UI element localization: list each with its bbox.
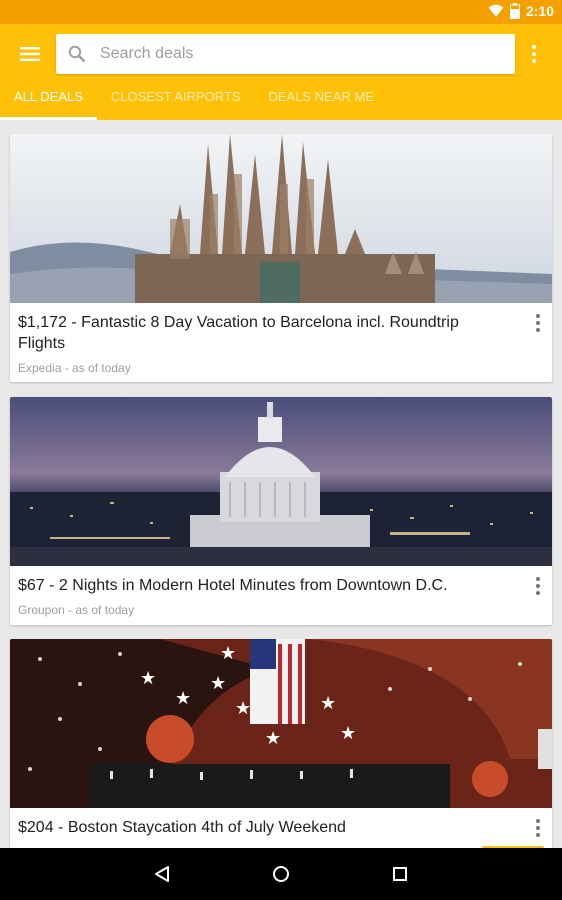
app-bar: ALL DEALS CLOSEST AIRPORTS DEALS NEAR ME bbox=[0, 24, 562, 120]
home-icon bbox=[273, 866, 289, 882]
overflow-dot bbox=[536, 826, 540, 830]
status-time: 2:10 bbox=[525, 3, 554, 19]
overflow-dot bbox=[536, 833, 540, 837]
recents-icon bbox=[393, 867, 407, 881]
overflow-dot bbox=[536, 328, 540, 332]
deal-title[interactable]: $1,172 - Fantastic 8 Day Vacation to Bar… bbox=[18, 312, 508, 354]
deal-card[interactable]: ★ ★ ★ ★ ★ ★ ★ ★ $204 - Boston Staycation 4th … bbox=[10, 639, 552, 848]
wifi-icon bbox=[488, 4, 504, 17]
tab-bar: ALL DEALS CLOSEST AIRPORTS DEALS NEAR ME bbox=[0, 86, 388, 120]
deal-title[interactable]: $67 - 2 Nights in Modern Hotel Minutes f… bbox=[18, 575, 508, 596]
deals-list[interactable]: $1,172 - Fantastic 8 Day Vacation to Bar… bbox=[0, 120, 562, 848]
search-icon bbox=[56, 45, 98, 63]
overflow-dot bbox=[536, 314, 540, 318]
hamburger-menu-icon bbox=[20, 47, 40, 61]
card-overflow-button[interactable] bbox=[534, 314, 542, 332]
svg-text:★: ★ bbox=[235, 698, 251, 719]
status-icons: 2:10 bbox=[488, 3, 554, 19]
svg-text:★: ★ bbox=[340, 723, 356, 744]
tab-deals-near-me[interactable]: DEALS NEAR ME bbox=[254, 86, 387, 120]
svg-text:★: ★ bbox=[320, 693, 336, 714]
deal-card[interactable]: $67 - 2 Nights in Modern Hotel Minutes f… bbox=[10, 397, 552, 625]
svg-text:★: ★ bbox=[140, 668, 156, 689]
home-button[interactable] bbox=[269, 862, 293, 886]
battery-icon bbox=[509, 3, 520, 19]
svg-text:★: ★ bbox=[265, 728, 281, 749]
overflow-dot bbox=[536, 591, 540, 595]
overflow-dot bbox=[536, 819, 540, 823]
navigation-bar bbox=[0, 848, 562, 900]
menu-button[interactable] bbox=[14, 42, 46, 66]
back-button[interactable] bbox=[150, 862, 174, 886]
us-capitol-photo bbox=[10, 397, 552, 566]
overflow-dot bbox=[536, 577, 540, 581]
recents-button[interactable] bbox=[388, 862, 412, 886]
overflow-dot bbox=[536, 584, 540, 588]
deal-source: Expedia - as of today bbox=[18, 361, 131, 375]
card-overflow-button[interactable] bbox=[534, 819, 542, 837]
svg-text:★: ★ bbox=[220, 643, 236, 664]
overflow-menu-button[interactable] bbox=[526, 42, 542, 66]
status-bar: 2:10 bbox=[0, 0, 562, 24]
deal-source: Groupon - as of today bbox=[18, 603, 135, 617]
back-icon bbox=[155, 866, 169, 882]
overflow-dot bbox=[532, 45, 536, 49]
deal-card[interactable]: $1,172 - Fantastic 8 Day Vacation to Bar… bbox=[10, 134, 552, 382]
svg-text:★: ★ bbox=[175, 688, 191, 709]
overflow-dot bbox=[536, 321, 540, 325]
card-overflow-button[interactable] bbox=[534, 577, 542, 595]
tab-all-deals[interactable]: ALL DEALS bbox=[0, 86, 97, 120]
search-input[interactable] bbox=[98, 45, 515, 63]
search-bar[interactable] bbox=[56, 34, 515, 74]
tab-closest-airports[interactable]: CLOSEST AIRPORTS bbox=[97, 86, 255, 120]
overflow-dot bbox=[532, 52, 536, 56]
sagrada-familia-photo bbox=[10, 134, 552, 303]
svg-text:★: ★ bbox=[210, 673, 226, 694]
deal-title[interactable]: $204 - Boston Staycation 4th of July Wee… bbox=[18, 817, 508, 838]
fireworks-celebration-photo: ★★★ ★★★ ★★ bbox=[10, 639, 552, 808]
overflow-dot bbox=[532, 59, 536, 63]
